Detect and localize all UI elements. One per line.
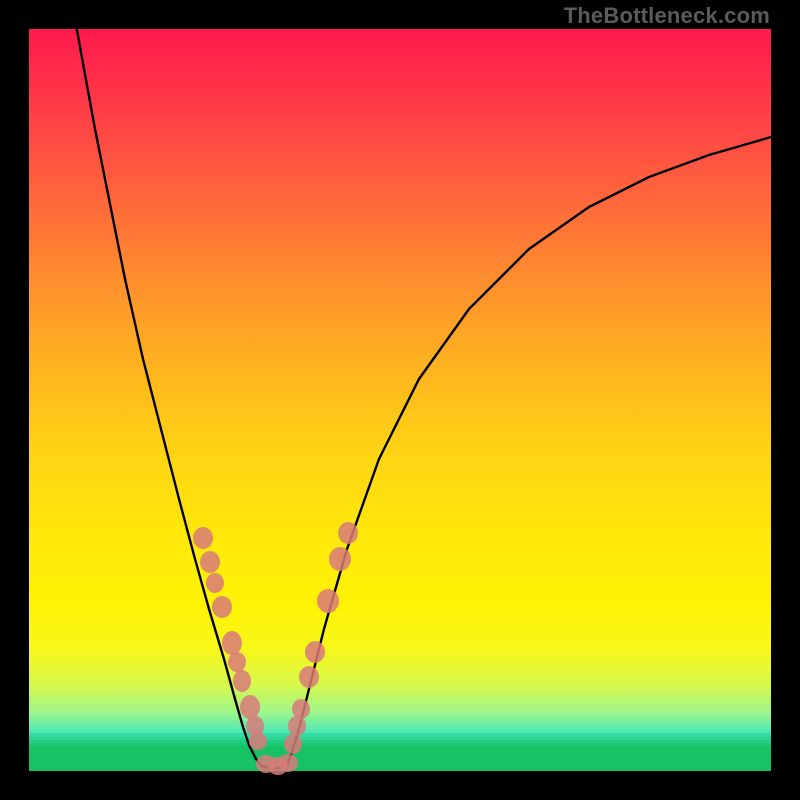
data-dot [284,734,302,754]
data-dot [292,699,310,719]
data-dot [193,527,213,549]
data-dot [278,754,298,772]
data-dot [288,716,306,736]
data-dot [228,652,246,672]
data-dot [329,547,351,571]
data-dot [200,551,220,573]
dot-group [193,522,358,775]
watermark-text: TheBottleneck.com [564,3,770,29]
data-dot [317,589,339,613]
data-dot [233,670,251,692]
chart-svg [29,29,771,771]
data-dot [299,666,319,688]
data-dot [338,522,358,544]
data-dot [249,732,267,750]
curve-group [75,19,800,768]
data-dot [305,641,325,663]
curve-right_curve [287,124,800,766]
data-dot [240,695,260,719]
data-dot [222,631,242,655]
data-dot [206,573,224,593]
plot-frame [29,29,771,771]
data-dot [212,596,232,618]
